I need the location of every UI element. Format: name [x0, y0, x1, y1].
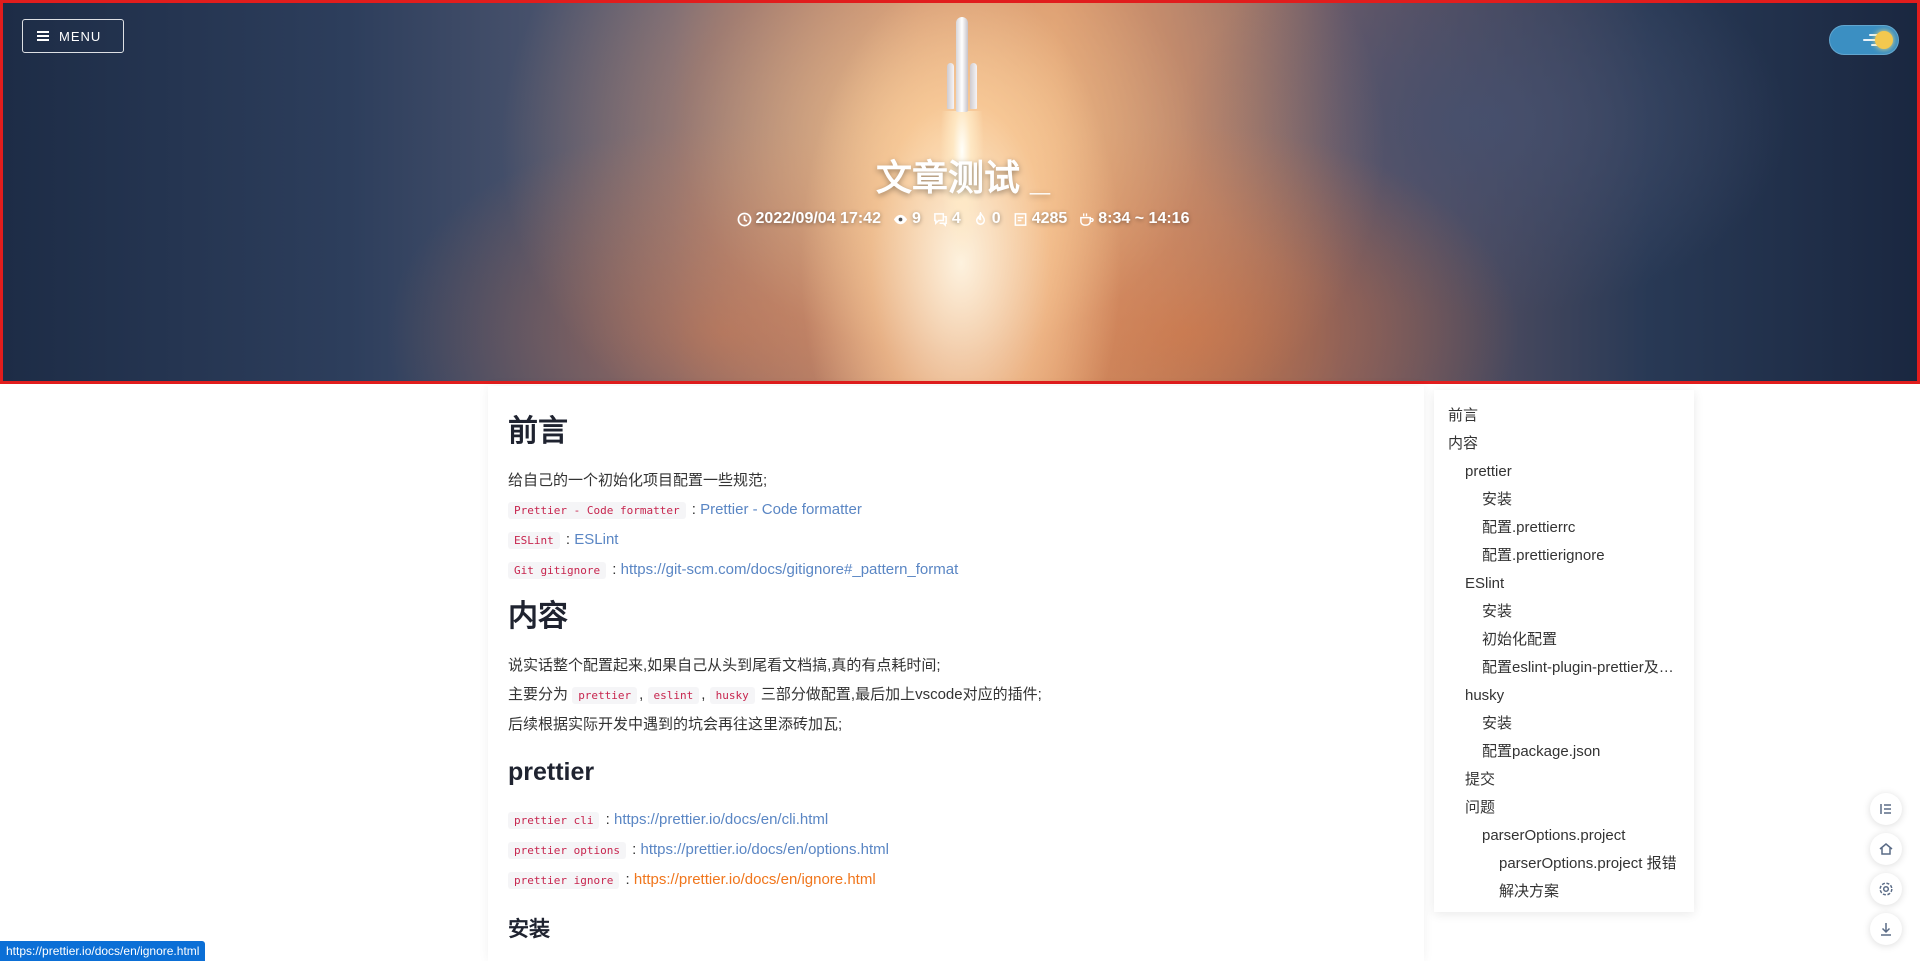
- toc-item[interactable]: 安装: [1448, 486, 1680, 514]
- menu-icon: [37, 31, 49, 41]
- inline-code: prettier options: [508, 842, 626, 859]
- home-button[interactable]: [1870, 833, 1902, 865]
- download-icon: [1881, 923, 1891, 936]
- toc-item[interactable]: 配置.prettierignore: [1448, 542, 1680, 570]
- toc-icon: [1880, 804, 1891, 814]
- toc-item[interactable]: 初始化配置: [1448, 626, 1680, 654]
- meta-views: 9: [893, 210, 921, 228]
- status-url: https://prettier.io/docs/en/ignore.html: [0, 941, 206, 961]
- list-item: ESLint : ESLint: [508, 525, 1404, 555]
- rocket-image: [947, 17, 977, 112]
- list-item: prettier ignore : https://prettier.io/do…: [508, 865, 1404, 895]
- meta-comments: 4: [933, 210, 961, 228]
- content-paragraph-3: 后续根据实际开发中遇到的坑会再往这里添砖加瓦;: [508, 716, 843, 733]
- inline-code: prettier ignore: [508, 872, 620, 889]
- toc-item[interactable]: 安装: [1448, 710, 1680, 738]
- list-item: prettier cli : https://prettier.io/docs/…: [508, 805, 1404, 835]
- heading-content: 内容: [508, 600, 568, 633]
- toc-item[interactable]: ESlint: [1448, 570, 1680, 598]
- toc-item[interactable]: 问题: [1448, 794, 1680, 822]
- heading-prettier: prettier: [508, 758, 595, 786]
- heading-preface: 前言: [508, 415, 568, 448]
- page-title: 文章测试 _: [875, 157, 1051, 198]
- meta-likes: 0: [973, 210, 1001, 228]
- hero-banner: MENU 文章测试 _ 2022/09/04 17:42 9 4 0 4285: [0, 0, 1920, 384]
- inline-code: eslint: [647, 687, 700, 704]
- link[interactable]: Prettier - Code formatter: [700, 501, 862, 518]
- inline-code: Git gitignore: [508, 562, 607, 579]
- toc-item[interactable]: 配置eslint-plugin-prettier及eslint-config-p…: [1448, 654, 1680, 682]
- comment-icon: [934, 212, 947, 227]
- link-hovered[interactable]: https://prettier.io/docs/en/ignore.html: [634, 871, 876, 888]
- prettier-links: prettier cli : https://prettier.io/docs/…: [508, 805, 1404, 895]
- toc-item[interactable]: 配置.prettierrc: [1448, 514, 1680, 542]
- post-meta: 2022/09/04 17:42 9 4 0 4285 8:34 ~ 14:16: [3, 210, 1917, 228]
- inline-code: ESLint: [508, 532, 560, 549]
- meta-date: 2022/09/04 17:42: [737, 210, 881, 228]
- toc-toggle-button[interactable]: [1870, 793, 1902, 825]
- eye-icon: [893, 214, 908, 224]
- toc-item[interactable]: parserOptions.project 报错: [1448, 850, 1680, 878]
- toc-item[interactable]: 前言: [1448, 402, 1680, 430]
- content-paragraph-1: 说实话整个配置起来,如果自己从头到尾看文档搞,真的有点耗时间;: [508, 657, 941, 674]
- list-item: prettier options : https://prettier.io/d…: [508, 835, 1404, 865]
- inline-code: prettier cli: [508, 812, 600, 829]
- meta-read-time: 8:34 ~ 14:16: [1079, 210, 1189, 228]
- toc-item[interactable]: 提交: [1448, 766, 1680, 794]
- link[interactable]: https://prettier.io/docs/en/cli.html: [614, 811, 828, 828]
- settings-button[interactable]: [1870, 873, 1902, 905]
- coffee-icon: [1080, 212, 1095, 226]
- menu-label: MENU: [59, 28, 102, 44]
- inline-code: prettier: [572, 687, 638, 704]
- theme-toggle[interactable]: [1829, 25, 1899, 55]
- toc-item[interactable]: parserOptions.project: [1448, 822, 1680, 850]
- link[interactable]: https://git-scm.com/docs/gitignore#_patt…: [621, 561, 959, 578]
- sun-icon: [1875, 31, 1893, 49]
- table-of-contents: 前言 内容 prettier 安装 配置.prettierrc 配置.prettierig…: [1434, 390, 1694, 912]
- toc-item[interactable]: 安装: [1448, 598, 1680, 626]
- settings-icon: [1879, 882, 1893, 896]
- article-body: 前言 给自己的一个初始化项目配置一些规范; Prettier - Code fo…: [488, 386, 1424, 961]
- fire-icon: [975, 211, 985, 225]
- list-item: Git gitignore : https://git-scm.com/docs…: [508, 555, 1404, 585]
- download-button[interactable]: [1870, 913, 1902, 945]
- home-icon: [1879, 843, 1893, 855]
- toc-item[interactable]: prettier: [1448, 458, 1680, 486]
- heading-install: 安装: [508, 918, 550, 941]
- toc-item[interactable]: 内容: [1448, 430, 1680, 458]
- content-paragraph-2: 主要分为 prettier, eslint, husky 三部分做配置,最后加上…: [508, 686, 1042, 704]
- document-icon: [1014, 212, 1027, 226]
- list-item: Prettier - Code formatter : Prettier - C…: [508, 495, 1404, 525]
- preface-links: Prettier - Code formatter : Prettier - C…: [508, 495, 1404, 585]
- link[interactable]: ESLint: [574, 531, 618, 548]
- toc-item[interactable]: husky: [1448, 682, 1680, 710]
- inline-code: husky: [709, 687, 755, 704]
- inline-code: Prettier - Code formatter: [508, 502, 686, 519]
- toc-item[interactable]: 配置package.json: [1448, 738, 1680, 766]
- menu-button[interactable]: MENU: [22, 19, 124, 53]
- preface-intro: 给自己的一个初始化项目配置一些规范;: [508, 472, 768, 489]
- toc-item[interactable]: 解决方案: [1448, 878, 1680, 906]
- clock-icon: [737, 212, 751, 226]
- link[interactable]: https://prettier.io/docs/en/options.html: [640, 841, 888, 858]
- meta-words: 4285: [1013, 210, 1067, 228]
